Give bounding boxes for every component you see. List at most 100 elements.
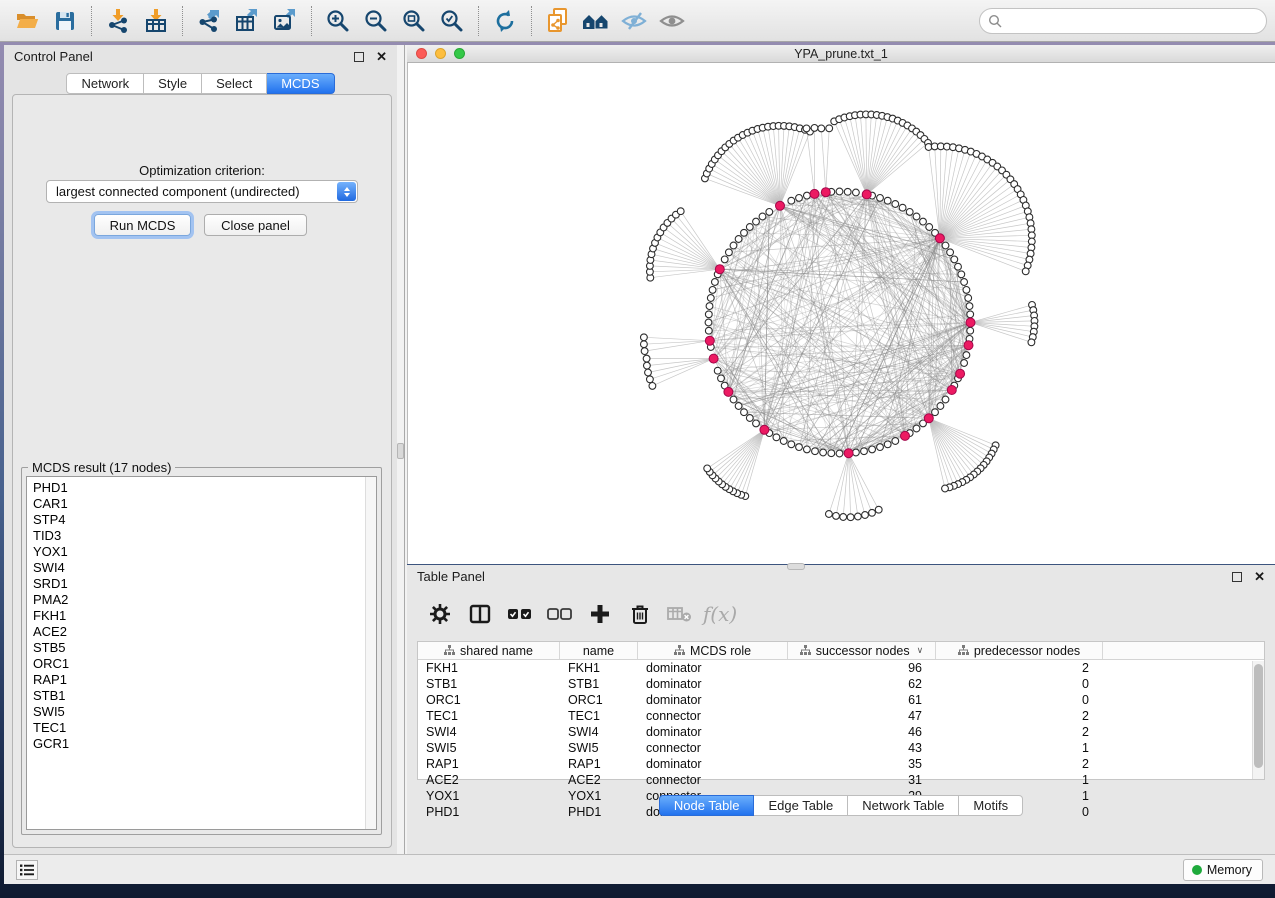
close-panel-icon[interactable]: ✕ (376, 52, 387, 62)
tab-select[interactable]: Select (202, 73, 267, 94)
network-node[interactable] (718, 375, 725, 382)
network-node[interactable] (913, 213, 920, 220)
panel-list-button[interactable] (16, 860, 38, 880)
mcds-hub-node[interactable] (862, 190, 871, 199)
mcds-hub-node[interactable] (724, 387, 733, 396)
hide-selected-button[interactable] (615, 4, 653, 38)
network-node[interactable] (961, 360, 968, 367)
search-input[interactable] (979, 8, 1267, 34)
table-row[interactable]: FKH1FKH1dominator962 (418, 660, 1264, 676)
memory-button[interactable]: Memory (1183, 859, 1263, 881)
network-node[interactable] (741, 229, 748, 236)
column-header-predecessor-nodes[interactable]: predecessor nodes (936, 642, 1103, 659)
network-node[interactable] (942, 396, 949, 403)
network-node[interactable] (677, 208, 684, 215)
network-node[interactable] (803, 125, 810, 132)
mcds-list-scrollbar[interactable] (365, 477, 376, 829)
mcds-hub-node[interactable] (966, 318, 975, 327)
column-header-MCDS-role[interactable]: MCDS role (638, 642, 788, 659)
network-node[interactable] (788, 197, 795, 204)
network-node[interactable] (714, 367, 721, 374)
table-row[interactable]: ORC1ORC1dominator610 (418, 692, 1264, 708)
open-file-button[interactable] (8, 4, 46, 38)
table-row[interactable]: TEC1TEC1connector472 (418, 708, 1264, 724)
network-node[interactable] (735, 403, 742, 410)
network-node[interactable] (707, 295, 714, 302)
first-neighbors-button[interactable] (577, 4, 615, 38)
network-node[interactable] (942, 485, 949, 492)
mcds-result-item[interactable]: RAP1 (33, 672, 376, 688)
network-node[interactable] (836, 188, 843, 195)
deselect-all-button[interactable] (545, 599, 575, 629)
mcds-result-list[interactable]: PHD1CAR1STP4TID3YOX1SWI4SRD1PMA2FKH1ACE2… (26, 476, 377, 830)
mcds-result-item[interactable]: STB1 (33, 688, 376, 704)
network-node[interactable] (869, 446, 876, 453)
mcds-hub-node[interactable] (924, 414, 933, 423)
delete-column-button[interactable] (625, 599, 655, 629)
splitter-grip[interactable] (397, 443, 404, 459)
mcds-hub-node[interactable] (947, 386, 956, 395)
horizontal-splitter-grip[interactable] (787, 563, 805, 570)
mcds-result-item[interactable]: TEC1 (33, 720, 376, 736)
network-node[interactable] (1022, 268, 1029, 275)
network-node[interactable] (906, 209, 913, 216)
network-node[interactable] (759, 213, 766, 220)
table-scrollbar[interactable] (1252, 661, 1264, 779)
network-node[interactable] (811, 125, 818, 132)
network-node[interactable] (892, 438, 899, 445)
network-node[interactable] (861, 448, 868, 455)
network-node[interactable] (746, 415, 753, 422)
close-panel-button[interactable]: Close panel (204, 214, 307, 236)
table-row[interactable]: ACE2ACE2connector311 (418, 772, 1264, 788)
network-node[interactable] (884, 197, 891, 204)
network-node[interactable] (892, 201, 899, 208)
network-node[interactable] (826, 125, 833, 132)
network-node[interactable] (937, 403, 944, 410)
mcds-result-item[interactable]: SRD1 (33, 576, 376, 592)
column-header-successor-nodes[interactable]: successor nodes∨ (788, 642, 936, 659)
table-row[interactable]: SWI5SWI5connector431 (418, 740, 1264, 756)
network-node[interactable] (796, 444, 803, 451)
network-node[interactable] (788, 441, 795, 448)
network-node[interactable] (812, 448, 819, 455)
network-node[interactable] (967, 327, 974, 334)
zoom-in-button[interactable] (319, 4, 357, 38)
network-node[interactable] (862, 512, 869, 519)
network-node[interactable] (958, 271, 965, 278)
network-node[interactable] (926, 224, 933, 231)
network-node[interactable] (641, 341, 648, 348)
network-node[interactable] (645, 369, 652, 376)
network-node[interactable] (746, 224, 753, 231)
network-node[interactable] (705, 311, 712, 318)
select-all-button[interactable] (505, 599, 535, 629)
mcds-hub-node[interactable] (760, 425, 769, 434)
export-table-button[interactable] (228, 4, 266, 38)
network-node[interactable] (855, 513, 862, 520)
network-graph[interactable] (408, 63, 1275, 564)
add-column-button[interactable] (585, 599, 615, 629)
table-row[interactable]: STB1STB1dominator620 (418, 676, 1264, 692)
network-node[interactable] (942, 242, 949, 249)
new-network-from-selection-button[interactable] (539, 4, 577, 38)
import-network-button[interactable] (99, 4, 137, 38)
mcds-result-item[interactable]: CAR1 (33, 496, 376, 512)
export-image-button[interactable] (266, 4, 304, 38)
mcds-hub-node[interactable] (964, 341, 973, 350)
mcds-hub-node[interactable] (935, 234, 944, 243)
mcds-result-item[interactable]: PMA2 (33, 592, 376, 608)
table-settings-button[interactable] (425, 599, 455, 629)
mcds-hub-node[interactable] (705, 336, 714, 345)
column-header-name[interactable]: name (560, 642, 638, 659)
network-node[interactable] (967, 311, 974, 318)
network-node[interactable] (840, 514, 847, 521)
mcds-result-item[interactable]: TID3 (33, 528, 376, 544)
mcds-result-item[interactable]: SWI5 (33, 704, 376, 720)
mcds-hub-node[interactable] (844, 449, 853, 458)
network-node[interactable] (853, 189, 860, 196)
network-node[interactable] (704, 465, 711, 472)
network-node[interactable] (709, 287, 716, 294)
network-node[interactable] (828, 450, 835, 457)
network-node[interactable] (884, 441, 891, 448)
mcds-result-item[interactable]: STB5 (33, 640, 376, 656)
mcds-result-item[interactable]: FKH1 (33, 608, 376, 624)
